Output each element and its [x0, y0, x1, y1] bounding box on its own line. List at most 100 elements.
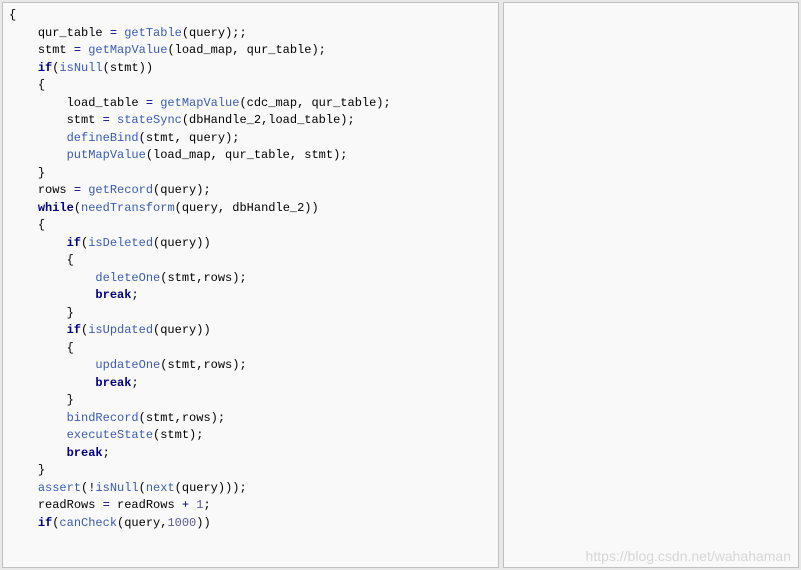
token-punct: ( [175, 481, 182, 495]
token-punct: , [297, 96, 311, 110]
token-punct: ); [311, 43, 325, 57]
token-punct: ; [103, 446, 110, 460]
code-line[interactable]: { [9, 217, 498, 235]
code-line[interactable]: stmt = getMapValue(load_map, qur_table); [9, 42, 498, 60]
token-kw: if [67, 236, 81, 250]
code-line[interactable]: { [9, 340, 498, 358]
token-id: rows [182, 411, 211, 425]
token-id: query [124, 516, 160, 530]
token-id: query [189, 131, 225, 145]
token-id: load_table [67, 96, 139, 110]
code-line[interactable]: break; [9, 287, 498, 305]
code-line[interactable]: break; [9, 445, 498, 463]
token-punct [103, 26, 110, 40]
code-line[interactable]: rows = getRecord(query); [9, 182, 498, 200]
token-punct [95, 113, 102, 127]
token-punct: ( [167, 43, 174, 57]
code-line[interactable]: if(isDeleted(query)) [9, 235, 498, 253]
token-op: = [74, 183, 81, 197]
token-id: rows [38, 183, 67, 197]
token-fn: canCheck [59, 516, 117, 530]
token-punct [110, 113, 117, 127]
token-fn: getMapValue [160, 96, 239, 110]
token-id: qur_table [247, 43, 312, 57]
token-punct: ; [131, 288, 138, 302]
token-id: stmt [304, 148, 333, 162]
code-line[interactable]: } [9, 305, 498, 323]
token-id: cdc_map [247, 96, 297, 110]
token-id: stmt [146, 131, 175, 145]
code-line[interactable]: updateOne(stmt,rows); [9, 357, 498, 375]
code-line[interactable]: load_table = getMapValue(cdc_map, qur_ta… [9, 95, 498, 113]
code-line[interactable]: if(canCheck(query,1000)) [9, 515, 498, 533]
code-line[interactable]: if(isNull(stmt)) [9, 60, 498, 78]
token-op: = [103, 498, 110, 512]
token-punct: ))); [218, 481, 247, 495]
token-punct: ); [340, 113, 354, 127]
token-punct [95, 498, 102, 512]
token-kw: if [38, 61, 52, 75]
token-id: stmt [146, 411, 175, 425]
code-line[interactable]: } [9, 165, 498, 183]
token-id: load_table [268, 113, 340, 127]
token-op: = [110, 26, 117, 40]
token-id: readRows [117, 498, 175, 512]
token-punct: { [67, 253, 74, 267]
token-id: query [160, 236, 196, 250]
token-punct: ); [211, 411, 225, 425]
token-punct: , [175, 411, 182, 425]
token-id: qur_table [38, 26, 103, 40]
code-line[interactable]: { [9, 7, 498, 25]
token-kw: if [67, 323, 81, 337]
token-id: query [189, 26, 225, 40]
token-punct: ( [74, 201, 81, 215]
token-punct: )) [196, 323, 210, 337]
code-editor-pane[interactable]: { qur_table = getTable(query);; stmt = g… [2, 2, 499, 568]
code-line[interactable]: stmt = stateSync(dbHandle_2,load_table); [9, 112, 498, 130]
token-op: + [182, 498, 189, 512]
code-line[interactable]: qur_table = getTable(query);; [9, 25, 498, 43]
token-punct: , [175, 131, 189, 145]
token-fn: needTransform [81, 201, 175, 215]
token-punct [67, 43, 74, 57]
code-line[interactable]: defineBind(stmt, query); [9, 130, 498, 148]
token-punct: ( [175, 201, 182, 215]
code-line[interactable]: } [9, 392, 498, 410]
code-line[interactable]: assert(!isNull(next(query))); [9, 480, 498, 498]
token-id: stmt [67, 113, 96, 127]
token-fn: isDeleted [88, 236, 153, 250]
token-punct: )) [196, 516, 210, 530]
token-op: = [146, 96, 153, 110]
code-line[interactable]: executeState(stmt); [9, 427, 498, 445]
token-punct: { [67, 341, 74, 355]
token-id: stmt [110, 61, 139, 75]
token-punct: } [38, 463, 45, 477]
code-line[interactable]: } [9, 462, 498, 480]
token-punct [110, 498, 117, 512]
token-fn: bindRecord [67, 411, 139, 425]
code-line[interactable]: { [9, 252, 498, 270]
code-line[interactable]: { [9, 77, 498, 95]
code-line[interactable]: if(isUpdated(query)) [9, 322, 498, 340]
token-id: qur_table [311, 96, 376, 110]
code-line[interactable]: deleteOne(stmt,rows); [9, 270, 498, 288]
token-id: stmt [167, 358, 196, 372]
token-punct: ); [376, 96, 390, 110]
token-id: dbHandle_2 [232, 201, 304, 215]
token-punct: { [9, 8, 16, 22]
code-line[interactable]: while(needTransform(query, dbHandle_2)) [9, 200, 498, 218]
token-punct: ); [232, 358, 246, 372]
token-punct: , [211, 148, 225, 162]
token-punct [139, 96, 146, 110]
code-line[interactable]: readRows = readRows + 1; [9, 497, 498, 515]
editor-container: { qur_table = getTable(query);; stmt = g… [0, 0, 801, 570]
token-punct: )) [304, 201, 318, 215]
secondary-pane[interactable] [503, 2, 799, 568]
token-fn: isUpdated [88, 323, 153, 337]
code-line[interactable]: putMapValue(load_map, qur_table, stmt); [9, 147, 498, 165]
code-line[interactable]: bindRecord(stmt,rows); [9, 410, 498, 428]
token-punct: } [67, 393, 74, 407]
code-line[interactable]: break; [9, 375, 498, 393]
token-punct: { [38, 78, 45, 92]
token-punct: ( [139, 131, 146, 145]
